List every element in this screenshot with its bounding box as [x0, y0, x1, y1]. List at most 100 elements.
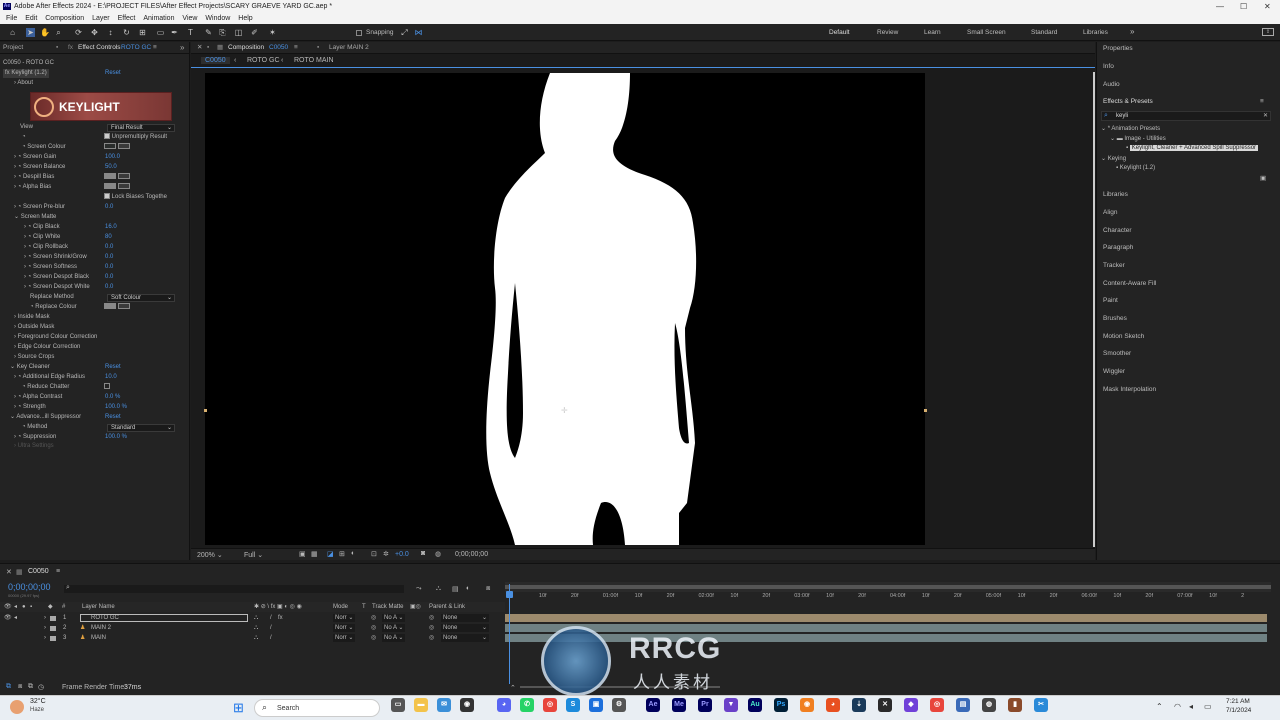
battery-icon[interactable]: ▭ — [1204, 702, 1212, 711]
task-view-icon[interactable]: ▭ — [391, 698, 405, 712]
vpn-shield-icon[interactable]: ▼ — [724, 698, 738, 712]
fx-switch-icon[interactable]: fx — [278, 613, 283, 623]
puppet-tool-icon[interactable]: ✶ — [268, 28, 277, 37]
ultra-settings-group[interactable]: › Ultra Settings — [14, 442, 54, 451]
inside-mask-group[interactable]: › Inside Mask — [14, 313, 50, 322]
premiere-taskbar-icon[interactable]: Pr — [698, 698, 712, 712]
despot-white-row[interactable]: › ◔ Screen Despot White — [24, 283, 90, 292]
color-management-icon[interactable]: ✲ — [383, 550, 389, 558]
menu-edit[interactable]: Edit — [25, 13, 37, 24]
media-encoder-taskbar-icon[interactable]: Me — [672, 698, 686, 712]
audio-panel-tab[interactable]: Audio — [1103, 81, 1120, 88]
expand-layer-icon[interactable]: › — [44, 633, 46, 643]
replace-colour-picker[interactable] — [104, 303, 130, 312]
brushes-panel-tab[interactable]: Brushes — [1103, 315, 1127, 322]
content-aware-fill-panel-tab[interactable]: Content-Aware Fill — [1103, 280, 1156, 287]
label-color-swatch[interactable] — [50, 616, 56, 621]
screen-preblur-value[interactable]: 0.0 — [105, 203, 113, 212]
matte-pickwhip-icon[interactable]: ◎ — [371, 633, 376, 643]
comp-flowchart-icon[interactable]: ⤳ — [416, 585, 422, 593]
preset-item-row[interactable]: ▪ Keylight, Cleaner + Advanced Spill Sup… — [1126, 145, 1259, 151]
panel-menu-icon[interactable]: ≡ — [294, 42, 298, 54]
frame-blending-icon[interactable]: ▤ — [452, 585, 459, 593]
parent-pickwhip-icon[interactable]: ◎ — [429, 613, 434, 623]
capcut-icon[interactable]: ✕ — [878, 698, 892, 712]
breadcrumb-c0050[interactable]: C0050 — [201, 57, 230, 64]
alpha-contrast-value[interactable]: 0.0 % — [105, 393, 120, 402]
mode-dropdown[interactable]: Norr ⌄ — [333, 624, 356, 632]
breadcrumb-roto-main[interactable]: ROTO MAIN — [294, 57, 334, 64]
workspace-more-icon[interactable]: » — [1130, 27, 1134, 36]
windows-start-icon[interactable]: ⊞ — [233, 701, 247, 715]
alpha-bias-row[interactable]: › ◔ Alpha Bias — [14, 183, 51, 192]
tab-layer[interactable]: Layer MAIN 2 — [329, 42, 369, 54]
clip-black-value[interactable]: 16.0 — [105, 223, 117, 232]
zoom-out-icon[interactable]: ⌃ — [510, 684, 516, 692]
transparency-grid-icon[interactable]: ▦ — [311, 550, 318, 558]
screen-gain-row[interactable]: › ◔ Screen Gain — [14, 153, 56, 162]
libraries-panel-tab[interactable]: Libraries — [1103, 191, 1128, 198]
advanced-spill-reset-link[interactable]: Reset — [105, 413, 121, 422]
roto-brush-icon[interactable]: ✐ — [250, 28, 259, 37]
source-crops-group[interactable]: › Source Crops — [14, 353, 54, 362]
visibility-toggle-icon[interactable]: 👁 — [4, 613, 12, 623]
parent-dropdown[interactable]: None ⌄ — [441, 614, 489, 622]
expand-panels-icon[interactable]: » — [180, 42, 184, 54]
parent-dropdown[interactable]: None ⌄ — [441, 624, 489, 632]
pen-tool-icon[interactable]: ✒ — [170, 28, 179, 37]
character-panel-tab[interactable]: Character — [1103, 227, 1132, 234]
eyedropper-icon[interactable] — [118, 143, 130, 150]
alpha-bias-picker[interactable] — [104, 183, 130, 192]
tab-project[interactable]: Project — [3, 42, 23, 54]
screen-colour-picker[interactable] — [104, 143, 130, 152]
view-dropdown[interactable]: Final Result ⌄ — [107, 124, 175, 132]
file-explorer-icon[interactable]: ▬ — [414, 698, 428, 712]
smoother-panel-tab[interactable]: Smoother — [1103, 350, 1131, 357]
clip-white-row[interactable]: › ◔ Clip White — [24, 233, 60, 242]
selection-tool-icon[interactable]: ➤ — [26, 28, 35, 37]
timeline-timecode[interactable]: 0;00;00;00 — [8, 582, 51, 592]
key-cleaner-reset-link[interactable]: Reset — [105, 363, 121, 372]
show-snapshot-icon[interactable]: ◍ — [435, 550, 441, 558]
download-manager-icon[interactable]: ⇣ — [852, 698, 866, 712]
clear-search-icon[interactable]: ✕ — [1263, 112, 1268, 119]
anchor-tool-icon[interactable]: ⊞ — [138, 28, 147, 37]
clip-rollback-row[interactable]: › ◔ Clip Rollback — [24, 243, 68, 252]
layer-name[interactable]: MAIN — [91, 633, 106, 643]
resolution-dropdown[interactable]: Full ⌄ — [244, 551, 263, 559]
animation-presets-folder[interactable]: ⌄ * Animation Presets — [1101, 125, 1160, 132]
edge-radius-value[interactable]: 10.0 — [105, 373, 117, 382]
effect-controls-target[interactable]: ROTO GC — [121, 42, 151, 54]
keylight-effect-item[interactable]: ▪ Keylight (1.2) — [1116, 165, 1155, 171]
new-folder-icon[interactable]: ▣ — [1260, 174, 1266, 182]
channel-icon[interactable]: ◐ — [351, 550, 355, 557]
panel-menu-icon[interactable]: ≡ — [153, 42, 157, 54]
after-effects-taskbar-icon[interactable]: Ae — [646, 698, 660, 712]
menu-layer[interactable]: Layer — [92, 13, 110, 24]
mail-icon[interactable]: ✉ — [437, 698, 451, 712]
clip-rollback-value[interactable]: 0.0 — [105, 243, 113, 252]
paint-panel-tab[interactable]: Paint — [1103, 297, 1118, 304]
graph-editor-icon[interactable]: ⧈ — [486, 585, 490, 593]
minimize-button[interactable]: — — [1216, 0, 1224, 13]
layer-row[interactable]: › 2 ♟ MAIN 2 ⛬ / Norr ⌄ ◎ No A ⌄ ◎ None ⌄ — [0, 623, 505, 633]
effects-search-field[interactable]: ⌕ keyli ✕ — [1101, 111, 1271, 121]
key-cleaner-header[interactable]: ⌄ Key Cleaner — [10, 363, 50, 372]
strength-value[interactable]: 100.0 % — [105, 403, 127, 412]
align-panel-tab[interactable]: Align — [1103, 209, 1117, 216]
snap-magnet-icon[interactable]: ⤢ — [400, 28, 409, 37]
close-tab-icon[interactable]: ✕ — [6, 568, 12, 576]
store-icon[interactable]: ▣ — [589, 698, 603, 712]
softness-value[interactable]: 0.0 — [105, 263, 113, 272]
t-column[interactable]: T — [362, 602, 366, 612]
about-toggle[interactable]: › About — [14, 79, 33, 88]
suppression-value[interactable]: 100.0 % — [105, 433, 127, 442]
rotate-tool-icon[interactable]: ↻ — [122, 28, 131, 37]
effect-reset-link[interactable]: Reset — [105, 69, 121, 78]
panel-menu-icon[interactable]: ≡ — [56, 568, 60, 575]
chrome-icon[interactable]: ◎ — [543, 698, 557, 712]
quality-switch-icon[interactable]: / — [270, 613, 272, 623]
expand-layer-icon[interactable]: › — [44, 623, 46, 633]
breadcrumb-roto-gc[interactable]: ROTO GC — [247, 57, 280, 64]
discord-icon[interactable]: ◕ — [497, 698, 511, 712]
